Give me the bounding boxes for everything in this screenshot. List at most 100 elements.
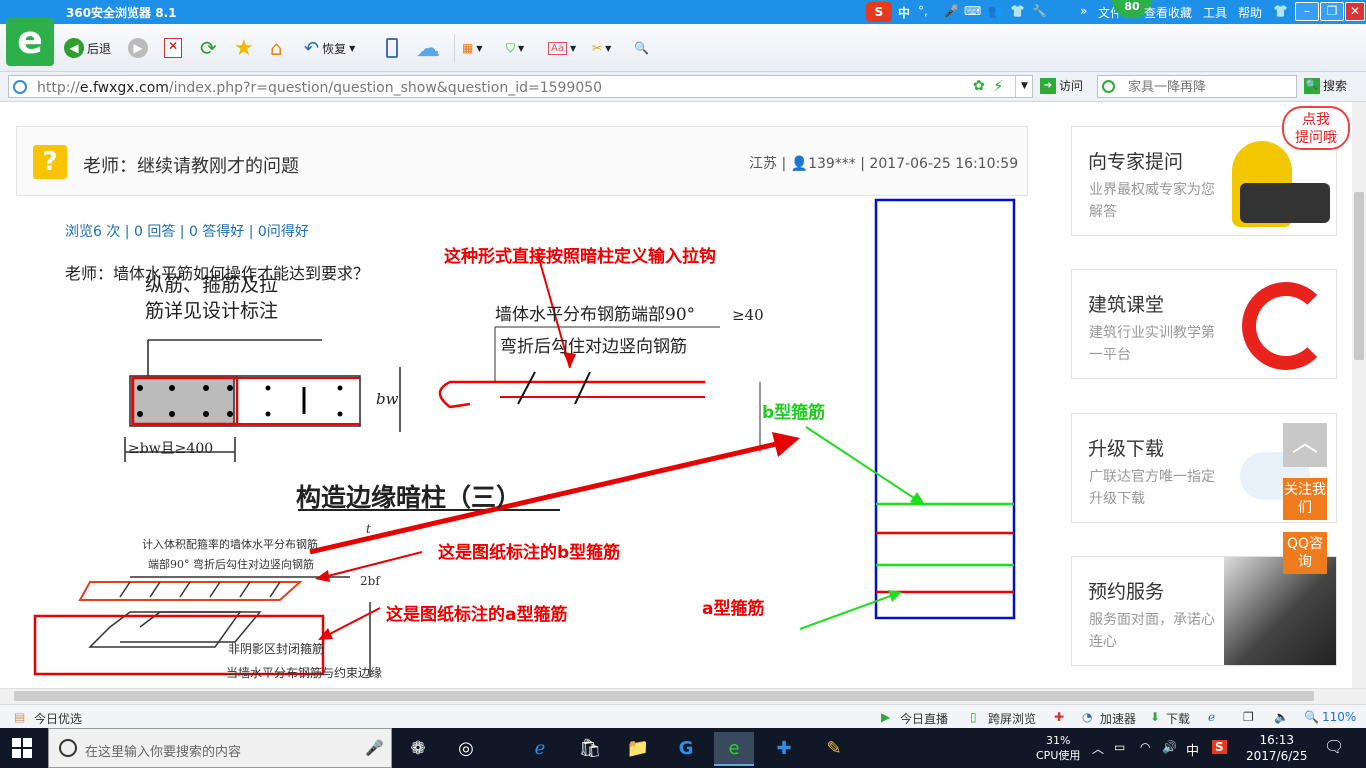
back-button[interactable]: ◀ 后退: [64, 36, 111, 60]
horizontal-scroll-thumb[interactable]: [14, 691, 1314, 701]
window-mode-icon[interactable]: ❐: [1243, 710, 1254, 724]
menu-view[interactable]: 查看: [1144, 4, 1168, 21]
explorer-icon[interactable]: 📁: [618, 732, 658, 766]
skin-icon[interactable]: 👕: [1273, 4, 1288, 18]
microphone-icon[interactable]: 🎤: [944, 4, 959, 18]
question-stats: 浏览6 次 | 0 回答 | 0 答得好 | 0问得好: [65, 224, 309, 240]
download-link[interactable]: 下载: [1166, 710, 1190, 727]
ask-bubble[interactable]: 点我 提问哦: [1282, 106, 1350, 150]
compat-mode-icon[interactable]: ✿: [973, 78, 985, 94]
url-prefix: http://: [37, 80, 80, 96]
tray-device-icon[interactable]: ▭: [1114, 740, 1125, 754]
wifi-icon[interactable]: ◠: [1140, 740, 1150, 754]
vertical-scrollbar[interactable]: [1352, 102, 1366, 688]
screenshot-dropdown-icon: ▼: [605, 43, 612, 53]
ie-icon[interactable]: ℯ: [1208, 710, 1215, 724]
cad-text-13: t: [366, 522, 371, 536]
ime-punct-icon[interactable]: °,: [918, 4, 928, 18]
zoom-button[interactable]: 🔍: [634, 36, 649, 60]
today-live-link[interactable]: 今日直播: [900, 710, 948, 727]
minimize-button[interactable]: –: [1295, 2, 1319, 21]
tray-volume-icon[interactable]: 🔊: [1162, 740, 1177, 754]
notes-app-icon[interactable]: ✎: [814, 732, 854, 766]
back-label: 后退: [87, 41, 112, 56]
cross-screen-link[interactable]: 跨屏浏览: [988, 710, 1036, 727]
phone-button[interactable]: [386, 36, 398, 60]
refresh-icon: ⟳: [200, 36, 217, 60]
notification-icon[interactable]: 🗨: [1324, 737, 1344, 756]
home-button[interactable]: ⌂: [270, 36, 283, 60]
label-a-hoop: a型箍筋: [702, 599, 765, 619]
today-pick-link[interactable]: 今日优选: [34, 710, 82, 727]
hoop-b-drawing: [78, 581, 303, 601]
sogou-ime-icon[interactable]: S: [866, 2, 892, 22]
qq-consult-button[interactable]: QQ咨询: [1283, 532, 1327, 574]
address-bar[interactable]: http://e.fwxgx.com/index.php?r=question/…: [8, 75, 1033, 98]
tray-ime[interactable]: 中: [1186, 740, 1199, 759]
search-engine-icon[interactable]: [1102, 80, 1115, 93]
favorite-button[interactable]: ★: [234, 36, 254, 61]
shirt-icon[interactable]: 👕: [1010, 4, 1025, 18]
cad-text-7: ≥40: [732, 306, 764, 324]
refresh-button[interactable]: ⟳: [200, 36, 217, 60]
menu-tools[interactable]: 工具: [1203, 4, 1227, 21]
translate-button[interactable]: Aa ▼: [548, 36, 576, 60]
history-dropdown-icon[interactable]: ▼: [1015, 76, 1033, 97]
users-icon[interactable]: 👥: [988, 4, 1003, 18]
apps-button[interactable]: ▦ ▼: [462, 36, 483, 60]
taskbar-search[interactable]: 在这里输入你要搜索的内容 🎤: [48, 728, 392, 768]
speed-mode-icon[interactable]: ⚡: [993, 77, 1004, 95]
zoom-level[interactable]: 110%: [1322, 710, 1356, 724]
url-text[interactable]: http://e.fwxgx.com/index.php?r=question/…: [37, 80, 602, 96]
question-image[interactable]: 纵筋、箍筋及拉 筋详见设计标注 墙体水平分布钢筋端部90° 弯折后勾住对边竖向钢…: [30, 198, 1016, 688]
search-button[interactable]: 🔍 搜索: [1304, 77, 1347, 94]
browser-360-task-icon[interactable]: e: [714, 732, 754, 766]
clock[interactable]: 16:13 2017/6/25: [1246, 732, 1308, 764]
apps-dropdown-icon: ▼: [476, 43, 483, 53]
volume-icon[interactable]: 🔈: [1274, 710, 1289, 724]
taskbar-mic-icon[interactable]: 🎤: [365, 739, 384, 757]
sidecard-title: 预约服务: [1088, 581, 1165, 603]
sidecard-sub: 业界最权威专家为您解答: [1089, 182, 1215, 220]
close-button[interactable]: ✕: [1345, 2, 1365, 21]
stop-button[interactable]: ✕: [164, 36, 182, 60]
tray-sogou-icon[interactable]: S: [1212, 740, 1227, 754]
question-user[interactable]: 139***: [808, 156, 856, 172]
accelerator-link[interactable]: 加速器: [1100, 710, 1136, 727]
ime-mode[interactable]: 中: [898, 4, 910, 21]
edge-icon[interactable]: ℯ: [520, 732, 560, 766]
sidecard-course[interactable]: 建筑课堂 建筑行业实训教学第一平台: [1071, 269, 1337, 379]
restore-button[interactable]: ↶ 恢复 ▼: [304, 36, 355, 60]
glodon-icon[interactable]: G: [666, 732, 706, 766]
wrench-icon[interactable]: 🔧: [1032, 4, 1047, 18]
more-chevron-icon[interactable]: »: [1080, 4, 1087, 18]
cloud-button[interactable]: ☁: [416, 34, 440, 62]
tray-expand-icon[interactable]: ︿: [1092, 740, 1104, 757]
undo-icon: ↶: [304, 37, 320, 59]
visit-button[interactable]: ➜ 访问: [1040, 77, 1083, 94]
windows-start-icon[interactable]: [12, 738, 32, 758]
task-view-icon[interactable]: ❁: [398, 732, 438, 766]
menu-help[interactable]: 帮助: [1238, 4, 1262, 21]
menu-favorites[interactable]: 收藏: [1168, 4, 1192, 21]
back-to-top-icon[interactable]: ︿: [1283, 423, 1327, 467]
cpu-meter[interactable]: 31% CPU使用: [1036, 733, 1080, 763]
browser-logo-icon[interactable]: e: [6, 18, 54, 66]
cad-text-2: 筋详见设计标注: [145, 300, 279, 322]
vertical-scroll-thumb[interactable]: [1354, 192, 1364, 360]
follow-button[interactable]: 关注我们: [1283, 478, 1327, 520]
plugin-icon[interactable]: ✚: [1054, 710, 1064, 724]
taskbar-app-icon[interactable]: ◎: [446, 732, 486, 766]
search-box[interactable]: [1097, 75, 1297, 98]
cad-text-11: 当墙水平分布钢筋与约束边缘: [226, 666, 383, 680]
keyboard-icon[interactable]: ⌨: [964, 4, 981, 18]
forward-button[interactable]: ▶: [128, 36, 148, 60]
question-region: 江苏: [749, 156, 777, 172]
remote-app-icon[interactable]: ✚: [764, 732, 804, 766]
screenshot-button[interactable]: ✂ ▼: [592, 36, 611, 60]
cpu-percent: 31%: [1045, 734, 1071, 747]
store-icon[interactable]: 🛍: [570, 732, 610, 766]
security-button[interactable]: ⛉ ▼: [506, 36, 524, 60]
search-input[interactable]: [1128, 78, 1294, 96]
maximize-button[interactable]: ❐: [1320, 2, 1344, 21]
